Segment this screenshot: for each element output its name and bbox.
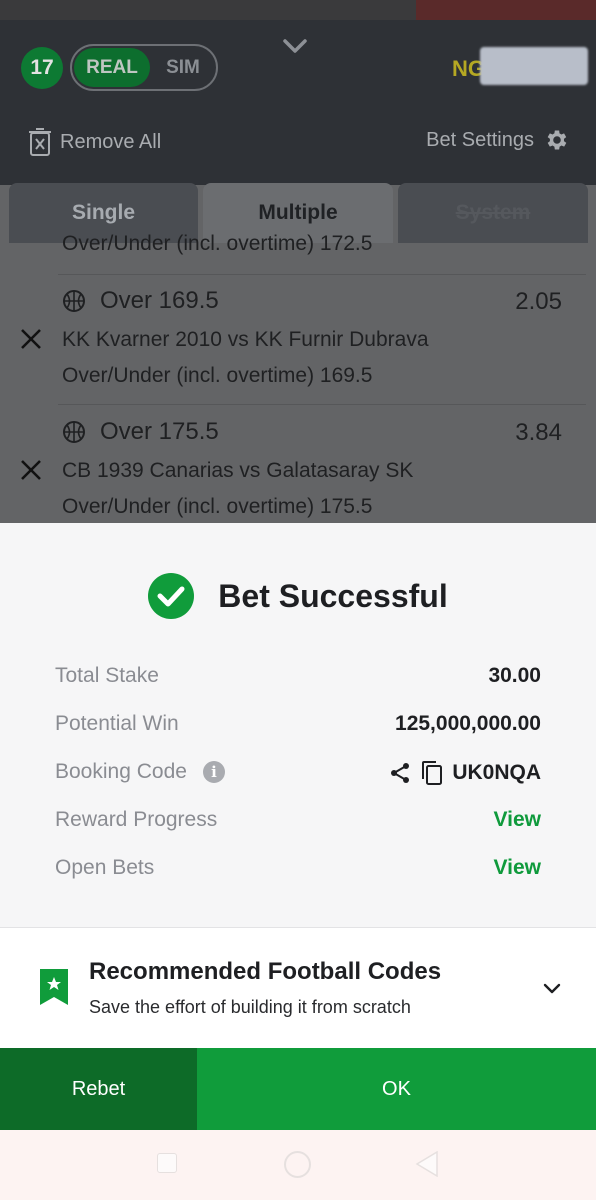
bet-settings-button[interactable]: Bet Settings [426,127,570,153]
success-header: Bet Successful [0,573,596,619]
mode-toggle[interactable]: REAL SIM [70,44,218,91]
remove-selection-icon[interactable] [19,458,43,482]
recents-button-icon[interactable] [157,1153,177,1173]
booking-code-value: UK0NQA [452,761,541,784]
selection-odds: 2.05 [515,288,562,315]
status-strip [0,0,596,20]
balance-redacted [480,47,588,85]
info-icon[interactable]: i [202,761,225,784]
recommended-title: Recommended Football Codes [89,958,442,985]
bookmark-star-icon [40,969,68,1005]
remove-all-label: Remove All [60,130,162,153]
selection-market-line: Over/Under (incl. overtime) 172.5 [62,232,373,255]
selection-pick-label: Over 169.5 [100,287,219,314]
potential-win-label: Potential Win [55,712,179,735]
selection-pick-label: Over 175.5 [100,418,219,445]
divider [58,274,586,275]
mode-real-option[interactable]: REAL [74,48,150,87]
share-icon[interactable] [388,761,412,785]
remove-all-button[interactable]: Remove All [28,127,161,157]
selection-match: CB 1939 Canarias vs Galatasaray SK [62,459,414,482]
open-bets-label: Open Bets [55,856,155,879]
reward-progress-view-link[interactable]: View [494,808,541,832]
reward-progress-label: Reward Progress [55,808,218,831]
home-button-icon[interactable] [284,1151,311,1178]
selection-pick: Over 169.5 [62,287,219,315]
bet-count-badge: 17 [21,47,63,89]
betslip-overlay: 17 REAL SIM NG Remove All Bet Settings S… [0,0,596,523]
selection-market-line: Over/Under (incl. overtime) 175.5 [62,495,373,518]
potential-win-value: 125,000,000.00 [395,712,541,735]
booking-code-value-row: UK0NQA [388,760,541,786]
open-bets-view-link[interactable]: View [494,856,541,880]
basketball-icon [63,290,85,312]
total-stake-label: Total Stake [55,664,159,687]
selection-pick: Over 175.5 [62,418,219,446]
success-check-icon [148,573,195,619]
gear-icon [547,130,567,150]
ok-button[interactable]: OK [197,1048,596,1130]
trash-icon [29,128,51,156]
divider [58,404,586,405]
tab-system[interactable]: System [398,183,588,243]
system-nav-bar [0,1130,596,1200]
bet-settings-label: Bet Settings [426,128,534,151]
selection-match: KK Kvarner 2010 vs KK Furnir Dubrava [62,328,429,351]
recommended-codes-panel[interactable]: Recommended Football Codes Save the effo… [0,927,596,1048]
recommended-subtitle: Save the effort of building it from scra… [89,997,411,1017]
basketball-icon [63,421,85,443]
booking-code-row-label: Booking Code i [55,760,225,784]
booking-code-label: Booking Code [55,760,187,783]
chevron-down-icon[interactable] [540,976,564,1000]
collapse-chevron-icon[interactable] [281,32,309,60]
copy-icon[interactable] [420,760,444,786]
success-title: Bet Successful [218,577,448,614]
remove-selection-icon[interactable] [19,327,43,351]
total-stake-value: 30.00 [488,664,541,687]
back-button-icon[interactable] [415,1151,439,1177]
mode-sim-option[interactable]: SIM [152,48,214,87]
bet-success-sheet: Bet Successful Total Stake 30.00 Potenti… [0,523,596,1130]
selection-odds: 3.84 [515,419,562,446]
rebet-button[interactable]: Rebet [0,1048,197,1130]
selection-market-line: Over/Under (incl. overtime) 169.5 [62,364,373,387]
